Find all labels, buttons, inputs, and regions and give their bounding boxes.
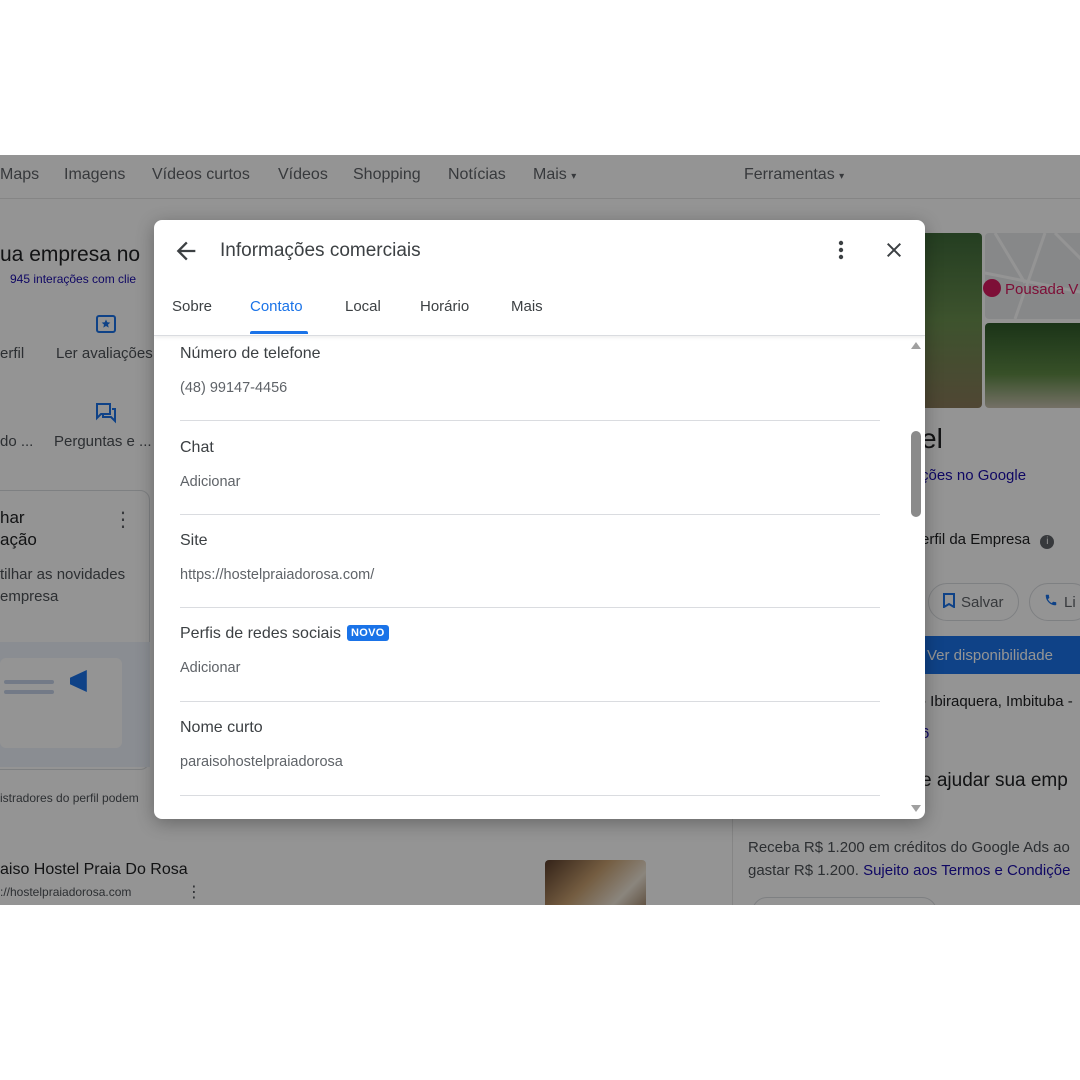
dialog-header: Informações comerciais Sobre Contato Loc… — [154, 220, 925, 336]
scrollbar-thumb[interactable] — [911, 431, 921, 517]
page: Maps Imagens Vídeos curtos Vídeos Shoppi… — [0, 0, 1080, 1080]
site-field-label: Site — [180, 532, 208, 549]
dialog-title: Informações comerciais — [220, 240, 421, 261]
site-field-value: https://hostelpraiadorosa.com/ — [180, 567, 375, 583]
chat-field[interactable]: Chat Adicionar — [180, 439, 880, 490]
dialog-scrollbar[interactable] — [909, 337, 923, 819]
screenshot-frame: Maps Imagens Vídeos curtos Vídeos Shoppi… — [0, 155, 1080, 905]
social-profiles-value: Adicionar — [180, 660, 241, 676]
chat-field-label: Chat — [180, 439, 214, 456]
tab-sobre[interactable]: Sobre — [172, 298, 212, 315]
divider — [180, 607, 880, 608]
close-icon[interactable] — [882, 237, 906, 263]
short-name-label: Nome curto — [180, 719, 263, 736]
scroll-down-arrow-icon[interactable] — [911, 805, 921, 812]
phone-field-label: Número de telefone — [180, 345, 321, 362]
back-arrow-icon[interactable] — [172, 237, 200, 265]
dialog-content: Número de telefone (48) 99147-4456 Chat … — [154, 337, 925, 819]
tab-local[interactable]: Local — [345, 298, 381, 315]
more-options-icon[interactable] — [831, 237, 851, 263]
active-tab-indicator — [250, 331, 308, 334]
scroll-up-arrow-icon[interactable] — [911, 342, 921, 349]
short-name-value: paraisohostelpraiadorosa — [180, 754, 343, 770]
tab-mais[interactable]: Mais — [511, 298, 543, 315]
divider — [180, 514, 880, 515]
tab-horario[interactable]: Horário — [420, 298, 469, 315]
phone-field[interactable]: Número de telefone (48) 99147-4456 — [180, 345, 880, 396]
site-field[interactable]: Site https://hostelpraiadorosa.com/ — [180, 532, 880, 583]
chat-field-value: Adicionar — [180, 474, 241, 490]
business-info-dialog: Informações comerciais Sobre Contato Loc… — [154, 220, 925, 819]
tab-contato[interactable]: Contato — [250, 298, 303, 315]
phone-field-value: (48) 99147-4456 — [180, 380, 288, 396]
divider — [180, 701, 880, 702]
social-profiles-label-row: Perfis de redes sociais NOVO — [180, 625, 880, 643]
divider — [180, 420, 880, 421]
short-name-field[interactable]: Nome curto paraisohostelpraiadorosa — [180, 719, 880, 770]
new-badge: NOVO — [346, 625, 389, 641]
divider — [180, 795, 880, 796]
social-profiles-field[interactable]: Perfis de redes sociais NOVO Adicionar — [180, 625, 880, 676]
social-profiles-label: Perfis de redes sociais — [180, 625, 341, 642]
